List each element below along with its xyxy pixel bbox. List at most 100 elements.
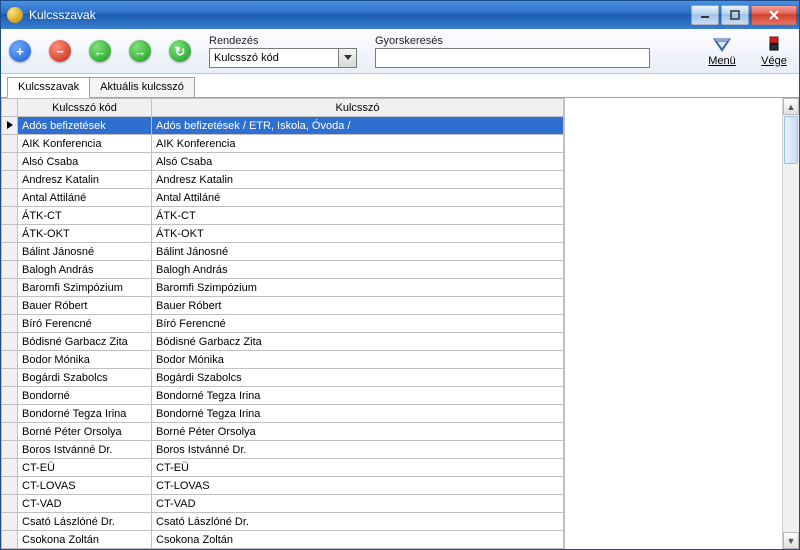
cell-keyword[interactable]: Andresz Katalin (152, 171, 564, 189)
table-row[interactable]: Bódisné Garbacz ZitaBódisné Garbacz Zita (2, 333, 564, 351)
cell-code[interactable]: Alsó Csaba (18, 153, 152, 171)
maximize-button[interactable] (721, 5, 749, 25)
cell-keyword[interactable]: CT-VAD (152, 495, 564, 513)
row-indicator[interactable] (2, 117, 18, 135)
cell-code[interactable]: Adós befizetések (18, 117, 152, 135)
cell-keyword[interactable]: Bálint Jánosné (152, 243, 564, 261)
table-row[interactable]: BondornéBondorné Tegza Irina (2, 387, 564, 405)
table-row[interactable]: Alsó CsabaAlsó Csaba (2, 153, 564, 171)
cell-keyword[interactable]: CT-LOVAS (152, 477, 564, 495)
table-row[interactable]: Borné Péter OrsolyaBorné Péter Orsolya (2, 423, 564, 441)
table-row[interactable]: Bauer RóbertBauer Róbert (2, 297, 564, 315)
menu-button[interactable]: Menü (705, 36, 739, 67)
forward-button[interactable]: → (129, 40, 151, 62)
table-row[interactable]: Andresz KatalinAndresz Katalin (2, 171, 564, 189)
cell-keyword[interactable]: Adós befizetések / ETR, Iskola, Óvoda / (152, 117, 564, 135)
col-code-header[interactable]: Kulcsszó kód (18, 99, 152, 117)
cell-keyword[interactable]: Bondorné Tegza Irina (152, 405, 564, 423)
cell-code[interactable]: ÁTK-OKT (18, 225, 152, 243)
table-row[interactable]: Balogh AndrásBalogh András (2, 261, 564, 279)
col-keyword-header[interactable]: Kulcsszó (152, 99, 564, 117)
cell-code[interactable]: CT-VAD (18, 495, 152, 513)
table-row[interactable]: Bogárdi SzabolcsBogárdi Szabolcs (2, 369, 564, 387)
row-indicator[interactable] (2, 351, 18, 369)
row-indicator[interactable] (2, 459, 18, 477)
cell-code[interactable]: Bíró Ferencné (18, 315, 152, 333)
grid-corner[interactable] (2, 99, 18, 117)
table-row[interactable]: Csokona ZoltánCsokona Zoltán (2, 531, 564, 549)
titlebar[interactable]: Kulcsszavak (1, 1, 799, 29)
cell-code[interactable]: Bondorné Tegza Irina (18, 405, 152, 423)
table-row[interactable]: Bodor MónikaBodor Mónika (2, 351, 564, 369)
cell-code[interactable]: Bódisné Garbacz Zita (18, 333, 152, 351)
row-indicator[interactable] (2, 495, 18, 513)
cell-code[interactable]: Bálint Jánosné (18, 243, 152, 261)
table-row[interactable]: Bíró FerencnéBíró Ferencné (2, 315, 564, 333)
row-indicator[interactable] (2, 441, 18, 459)
cell-code[interactable]: Bauer Róbert (18, 297, 152, 315)
cell-code[interactable]: Baromfi Szimpózium (18, 279, 152, 297)
row-indicator[interactable] (2, 225, 18, 243)
row-indicator[interactable] (2, 405, 18, 423)
scroll-thumb[interactable] (784, 116, 798, 164)
cell-code[interactable]: CT-LOVAS (18, 477, 152, 495)
minimize-button[interactable] (691, 5, 719, 25)
sort-input[interactable] (209, 48, 339, 68)
row-indicator[interactable] (2, 297, 18, 315)
table-row[interactable]: AIK KonferenciaAIK Konferencia (2, 135, 564, 153)
back-button[interactable]: ← (89, 40, 111, 62)
row-indicator[interactable] (2, 135, 18, 153)
cell-keyword[interactable]: Borné Péter Orsolya (152, 423, 564, 441)
row-indicator[interactable] (2, 171, 18, 189)
cell-keyword[interactable]: Alsó Csaba (152, 153, 564, 171)
table-row[interactable]: CT-VADCT-VAD (2, 495, 564, 513)
row-indicator[interactable] (2, 207, 18, 225)
row-indicator[interactable] (2, 387, 18, 405)
cell-code[interactable]: Bodor Mónika (18, 351, 152, 369)
row-indicator[interactable] (2, 243, 18, 261)
cell-keyword[interactable]: CT-EÜ (152, 459, 564, 477)
table-row[interactable]: ÁTK-CTÁTK-CT (2, 207, 564, 225)
cell-keyword[interactable]: Bódisné Garbacz Zita (152, 333, 564, 351)
cell-keyword[interactable]: Bauer Róbert (152, 297, 564, 315)
sort-combo[interactable] (209, 48, 357, 68)
cell-keyword[interactable]: Boros Istvánné Dr. (152, 441, 564, 459)
table-row[interactable]: CT-EÜCT-EÜ (2, 459, 564, 477)
cell-code[interactable]: Bogárdi Szabolcs (18, 369, 152, 387)
cell-code[interactable]: Andresz Katalin (18, 171, 152, 189)
table-row[interactable]: Boros Istvánné Dr.Boros Istvánné Dr. (2, 441, 564, 459)
table-row[interactable]: Bálint JánosnéBálint Jánosné (2, 243, 564, 261)
cell-code[interactable]: Borné Péter Orsolya (18, 423, 152, 441)
cell-keyword[interactable]: Antal Attiláné (152, 189, 564, 207)
table-row[interactable]: Antal AttilánéAntal Attiláné (2, 189, 564, 207)
table-row[interactable]: ÁTK-OKTÁTK-OKT (2, 225, 564, 243)
delete-button[interactable]: − (49, 40, 71, 62)
cell-code[interactable]: Bondorné (18, 387, 152, 405)
cell-keyword[interactable]: Bíró Ferencné (152, 315, 564, 333)
tab-keywords[interactable]: Kulcsszavak (7, 77, 90, 98)
table-row[interactable]: Bondorné Tegza IrinaBondorné Tegza Irina (2, 405, 564, 423)
row-indicator[interactable] (2, 279, 18, 297)
cell-code[interactable]: Antal Attiláné (18, 189, 152, 207)
row-indicator[interactable] (2, 531, 18, 549)
search-input[interactable] (375, 48, 650, 68)
table-row[interactable]: Adós befizetésekAdós befizetések / ETR, … (2, 117, 564, 135)
row-indicator[interactable] (2, 261, 18, 279)
row-indicator[interactable] (2, 315, 18, 333)
scrollbar[interactable]: ▲ ▼ (782, 98, 799, 549)
cell-keyword[interactable]: ÁTK-OKT (152, 225, 564, 243)
cell-keyword[interactable]: Bodor Mónika (152, 351, 564, 369)
row-indicator[interactable] (2, 333, 18, 351)
cell-code[interactable]: Boros Istvánné Dr. (18, 441, 152, 459)
tab-current-keyword[interactable]: Aktuális kulcsszó (89, 77, 195, 97)
cell-code[interactable]: ÁTK-CT (18, 207, 152, 225)
close-button[interactable] (751, 5, 797, 25)
exit-button[interactable]: Vége (757, 36, 791, 67)
cell-code[interactable]: CT-EÜ (18, 459, 152, 477)
cell-keyword[interactable]: Csató Lászlóné Dr. (152, 513, 564, 531)
cell-keyword[interactable]: ÁTK-CT (152, 207, 564, 225)
cell-keyword[interactable]: Baromfi Szimpózium (152, 279, 564, 297)
cell-keyword[interactable]: Bondorné Tegza Irina (152, 387, 564, 405)
cell-code[interactable]: Balogh András (18, 261, 152, 279)
cell-keyword[interactable]: Bogárdi Szabolcs (152, 369, 564, 387)
